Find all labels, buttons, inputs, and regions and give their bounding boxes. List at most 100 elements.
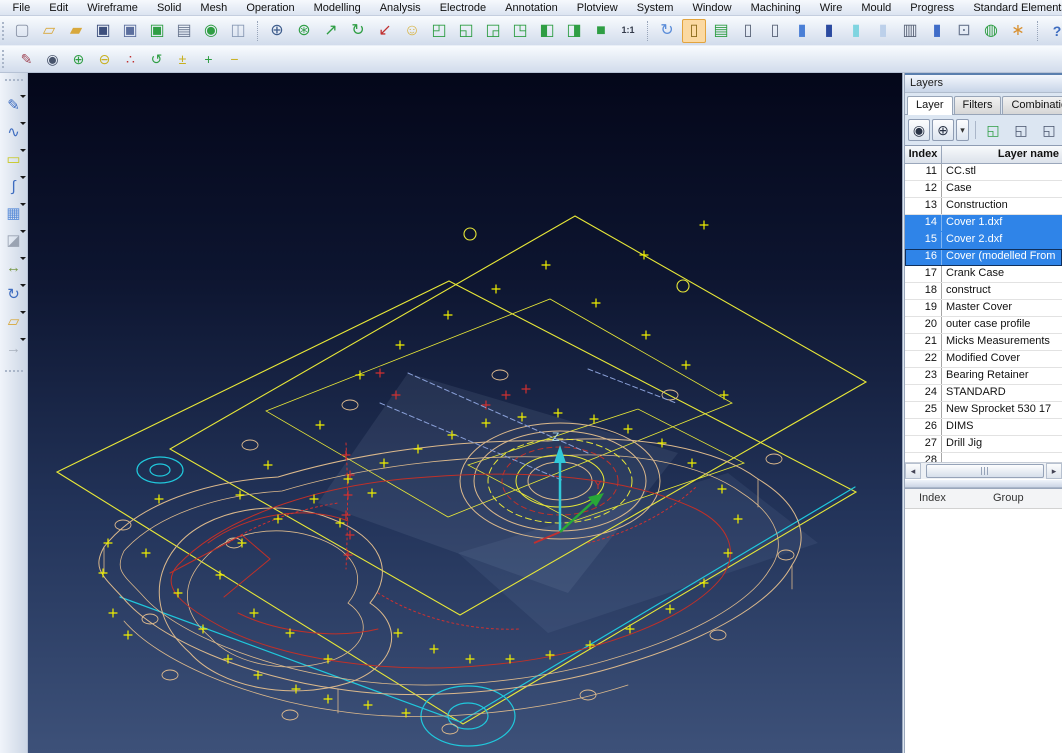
print-icon[interactable]: ▤ bbox=[172, 19, 196, 43]
layer-row[interactable]: 21 Micks Measurements bbox=[905, 334, 1062, 351]
layers-tab[interactable]: Filters bbox=[954, 96, 1002, 114]
show-add-icon[interactable]: ⊕ bbox=[67, 49, 90, 70]
view-right-icon[interactable]: ◨ bbox=[562, 19, 586, 43]
rectangle-tool-icon[interactable]: ▭ bbox=[2, 148, 26, 171]
levels-stack-icon[interactable]: ▤ bbox=[709, 19, 733, 43]
zoom-in-out-icon[interactable]: ⊕ bbox=[265, 19, 289, 43]
show-refresh-icon[interactable]: ↺ bbox=[145, 49, 168, 70]
level-status-icon[interactable]: ∴ bbox=[119, 49, 142, 70]
menu-item[interactable]: Standard Elements bbox=[964, 2, 1062, 14]
menu-item[interactable]: Machining bbox=[741, 2, 810, 14]
iso-view-icon[interactable]: ☺ bbox=[400, 19, 424, 43]
level-doc-icon[interactable]: ◉ bbox=[41, 49, 64, 70]
layer-row[interactable]: 27 Drill Jig bbox=[905, 436, 1062, 453]
save-as-icon[interactable]: ▣ bbox=[118, 19, 142, 43]
show-plus-icon[interactable]: + bbox=[197, 49, 220, 70]
menu-item[interactable]: Annotation bbox=[496, 2, 568, 14]
layer-row[interactable]: 17 Crank Case bbox=[905, 266, 1062, 283]
curve-tool-icon[interactable]: ∿ bbox=[2, 121, 26, 144]
menu-item[interactable]: Mould bbox=[852, 2, 901, 14]
stretch-icon[interactable]: ↗ bbox=[319, 19, 343, 43]
cylinder-pale-icon[interactable]: ▮ bbox=[871, 19, 895, 43]
show-plusminus-icon[interactable]: ± bbox=[171, 49, 194, 70]
spline-tool-icon[interactable]: ∫ bbox=[2, 175, 26, 198]
panel-splitter[interactable] bbox=[905, 479, 1062, 488]
open-model-icon[interactable]: ▱ bbox=[37, 19, 61, 43]
layer-row[interactable]: 28 bbox=[905, 453, 1062, 462]
zoom-refresh-icon[interactable]: ⊛ bbox=[292, 19, 316, 43]
column-header-layer-name[interactable]: Layer name bbox=[942, 146, 1062, 163]
layer-row[interactable]: 19 Master Cover bbox=[905, 300, 1062, 317]
shading-edit-icon[interactable]: ✎ bbox=[15, 49, 38, 70]
column-header-index[interactable]: Index bbox=[905, 146, 942, 163]
scrollbar-thumb[interactable] bbox=[926, 464, 1044, 478]
layer-row[interactable]: 26 DIMS bbox=[905, 419, 1062, 436]
layers-tab[interactable]: Combinations bbox=[1002, 96, 1062, 114]
menu-item[interactable]: Modelling bbox=[304, 2, 370, 14]
view-bottom-icon[interactable]: ◱ bbox=[454, 19, 478, 43]
menu-item[interactable]: Electrode bbox=[430, 2, 495, 14]
toolbar-drag-handle[interactable] bbox=[5, 79, 23, 86]
new-model-icon[interactable]: ▢ bbox=[10, 19, 34, 43]
layer-row[interactable]: 18 construct bbox=[905, 283, 1062, 300]
menu-item[interactable]: Wire bbox=[810, 2, 852, 14]
solid-tool-icon[interactable]: ◪ bbox=[2, 229, 26, 252]
zoom-1to1-icon[interactable]: 1:1 bbox=[616, 19, 640, 43]
web-tools-icon[interactable]: ◍ bbox=[979, 19, 1003, 43]
zoom-dropdown-icon[interactable]: ▾ bbox=[956, 119, 969, 141]
toolbar-drag-handle[interactable] bbox=[2, 50, 9, 68]
refresh-view-icon[interactable]: ↻ bbox=[655, 19, 679, 43]
cylinder-darkblue-icon[interactable]: ▮ bbox=[817, 19, 841, 43]
select-edge-icon[interactable]: ◱ bbox=[1038, 119, 1060, 141]
menu-item[interactable]: Analysis bbox=[370, 2, 430, 14]
print-preview-icon[interactable]: ◉ bbox=[199, 19, 223, 43]
viewport[interactable]: Z Y bbox=[28, 73, 902, 753]
layer-row[interactable]: 25 New Sprocket 530 17 bbox=[905, 402, 1062, 419]
grab-select-icon[interactable]: ∗ bbox=[1006, 19, 1030, 43]
toolbar-drag-handle[interactable] bbox=[2, 22, 4, 40]
menu-item[interactable]: Operation bbox=[237, 2, 304, 14]
show-remove-icon[interactable]: ⊖ bbox=[93, 49, 116, 70]
cylinder-copy-icon[interactable]: ▮ bbox=[925, 19, 949, 43]
scroll-right-arrow[interactable]: ▸ bbox=[1046, 463, 1062, 479]
zoom-levels-icon[interactable]: ⊕ bbox=[932, 119, 954, 141]
layer-row[interactable]: 23 Bearing Retainer bbox=[905, 368, 1062, 385]
cylinder-cyan-icon[interactable]: ▮ bbox=[844, 19, 868, 43]
menu-item[interactable]: Edit bbox=[40, 2, 78, 14]
layers-tab[interactable]: Layer bbox=[907, 96, 953, 115]
menu-item[interactable]: Window bbox=[683, 2, 741, 14]
select-visible-icon[interactable]: ◱ bbox=[1010, 119, 1032, 141]
view-left-icon[interactable]: ◧ bbox=[535, 19, 559, 43]
view-top-icon[interactable]: ◰ bbox=[427, 19, 451, 43]
layer-row[interactable]: 14 Cover 1.dxf bbox=[905, 215, 1062, 232]
column-header-index[interactable]: Index bbox=[905, 489, 993, 508]
layer-row[interactable]: 22 Modified Cover bbox=[905, 351, 1062, 368]
open-component-icon[interactable]: ▰ bbox=[64, 19, 88, 43]
cylinder-outline2-icon[interactable]: ▯ bbox=[763, 19, 787, 43]
sketch-tool-icon[interactable]: ✎ bbox=[2, 94, 26, 117]
scale-down-icon[interactable]: ↙ bbox=[373, 19, 397, 43]
refresh-icon[interactable]: ↻ bbox=[346, 19, 370, 43]
show-minus-icon[interactable]: − bbox=[223, 49, 246, 70]
menu-item[interactable]: File bbox=[3, 2, 40, 14]
rotate-tool-icon[interactable]: ↻ bbox=[2, 283, 26, 306]
dimension-tool-icon[interactable]: ↔ bbox=[2, 256, 26, 279]
layer-row[interactable]: 11 CC.stl bbox=[905, 164, 1062, 181]
view-front-icon[interactable]: ◲ bbox=[481, 19, 505, 43]
toolbar-drag-handle[interactable] bbox=[5, 370, 23, 377]
cylinder-outline-icon[interactable]: ▯ bbox=[736, 19, 760, 43]
view-back-icon[interactable]: ◳ bbox=[508, 19, 532, 43]
select-levels-icon[interactable]: ◱ bbox=[982, 119, 1004, 141]
column-header-group[interactable]: Group bbox=[993, 489, 1062, 508]
menu-item[interactable]: Mesh bbox=[191, 2, 237, 14]
clipart-tool-icon[interactable]: ▱ bbox=[2, 310, 26, 333]
menu-item[interactable]: Wireframe bbox=[78, 2, 148, 14]
model-fix-icon[interactable]: ⊡ bbox=[952, 19, 976, 43]
menu-item[interactable]: Solid bbox=[147, 2, 190, 14]
split-view-icon[interactable]: ◫ bbox=[226, 19, 250, 43]
view-iso-cube-icon[interactable]: ■ bbox=[589, 19, 613, 43]
forward-tool-icon[interactable]: → bbox=[2, 337, 26, 360]
scrollbar-track[interactable] bbox=[921, 463, 1046, 479]
cylinder-hatched-icon[interactable]: ▥ bbox=[898, 19, 922, 43]
surface-tool-icon[interactable]: ▦ bbox=[2, 202, 26, 225]
